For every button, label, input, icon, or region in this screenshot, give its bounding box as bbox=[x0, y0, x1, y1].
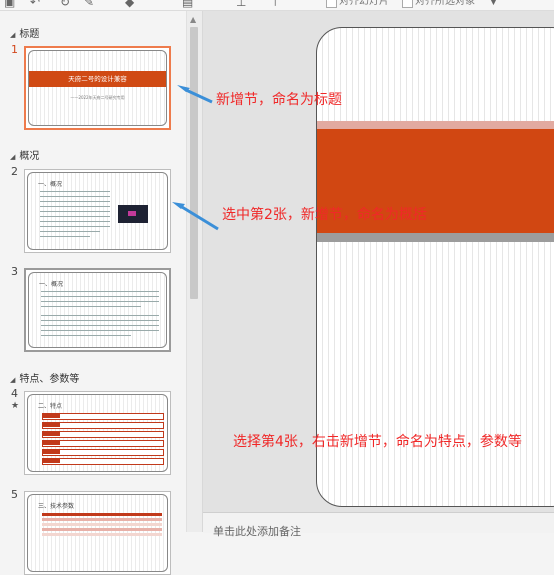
annotation-2: 选中第2张，新增节，命名为概括 bbox=[222, 207, 427, 223]
row-marker bbox=[42, 431, 60, 436]
slide-thumbnail-5[interactable]: 三、技术参数 bbox=[24, 491, 171, 575]
undo-icon[interactable]: ↶ bbox=[30, 0, 40, 8]
slide-number: 5 bbox=[11, 488, 18, 501]
collapse-triangle-icon[interactable]: ◢ bbox=[10, 153, 15, 161]
slide-thumbnail-1[interactable]: 天府二号的设计兼容 ——2022年天府二号研究专用 bbox=[24, 46, 171, 130]
row-marker bbox=[42, 440, 60, 445]
slide-number: 4 bbox=[11, 387, 18, 400]
animation-star-icon: ★ bbox=[11, 401, 20, 411]
distribute-icon[interactable]: ⊤ bbox=[270, 0, 280, 8]
redo-icon[interactable]: ↻ bbox=[60, 0, 70, 8]
slide-title: 一、概况 bbox=[39, 281, 64, 288]
title-band-top bbox=[317, 121, 554, 129]
section-label: 概况 bbox=[19, 151, 40, 162]
chevron-down-icon[interactable]: ▼ bbox=[490, 0, 497, 8]
slide-title: 天府二号的设计兼容 bbox=[68, 75, 127, 83]
row-marker bbox=[42, 422, 60, 427]
table-header bbox=[42, 513, 162, 516]
text-line bbox=[40, 226, 110, 227]
section-header-features[interactable]: ◢ 特点、参数等 bbox=[10, 370, 79, 385]
align-selected-checkbox[interactable] bbox=[402, 0, 413, 8]
text-line bbox=[40, 196, 110, 197]
collapse-triangle-icon[interactable]: ◢ bbox=[10, 376, 15, 384]
notes-pane[interactable]: 单击此处添加备注 bbox=[203, 512, 554, 538]
list-row bbox=[42, 413, 164, 420]
slide-thumbnail-2[interactable]: 一、概况 bbox=[24, 169, 171, 253]
scrollbar-thumb[interactable] bbox=[190, 27, 198, 299]
notes-placeholder: 单击此处添加备注 bbox=[213, 525, 301, 538]
text-line bbox=[41, 335, 131, 336]
slide-background: 天府二号的设计兼容 ——2022年天府二号研究专用 bbox=[28, 50, 167, 126]
section-label: 标题 bbox=[19, 29, 40, 40]
slide-number: 3 bbox=[11, 265, 18, 278]
list-row bbox=[42, 431, 164, 438]
title-band-bottom bbox=[317, 233, 554, 242]
text-line bbox=[41, 301, 159, 302]
text-line bbox=[40, 216, 110, 217]
text-line bbox=[41, 306, 141, 307]
collapse-triangle-icon[interactable]: ◢ bbox=[10, 31, 15, 39]
quick-access-toolbar: ▣ ↶ ↻ ✎ ◆ ▤ ⊥ ⊤ 对齐幻灯片 对齐所选对象 ▼ bbox=[0, 0, 554, 11]
align-slide-checkbox[interactable] bbox=[326, 0, 337, 8]
text-line bbox=[40, 236, 90, 237]
text-line bbox=[40, 231, 100, 232]
text-line bbox=[40, 206, 110, 207]
save-icon[interactable]: ▣ bbox=[4, 0, 15, 8]
text-line bbox=[40, 201, 110, 202]
section-label: 特点、参数等 bbox=[19, 374, 80, 385]
annotation-3: 选择第4张，右击新增节，命名为特点，参数等 bbox=[233, 434, 522, 450]
slide-title: 二、特点 bbox=[38, 403, 63, 410]
text-line bbox=[41, 291, 159, 292]
text-line bbox=[41, 330, 159, 331]
slide-number: 2 bbox=[11, 165, 18, 178]
align-center-icon[interactable]: ⊥ bbox=[236, 0, 246, 8]
slide-number: 1 bbox=[11, 43, 18, 56]
slide-thumbnail-4[interactable]: 二、特点 bbox=[24, 391, 171, 475]
table-row bbox=[42, 528, 162, 531]
slide-title: 三、技术参数 bbox=[38, 503, 75, 510]
shape-icon[interactable]: ◆ bbox=[125, 0, 134, 8]
align-selected-label: 对齐所选对象 bbox=[415, 0, 475, 7]
list-row bbox=[42, 422, 164, 429]
section-header-overview[interactable]: ◢ 概况 bbox=[10, 147, 39, 162]
text-line bbox=[41, 325, 159, 326]
row-marker bbox=[42, 413, 60, 418]
text-line bbox=[40, 221, 110, 222]
slide-image bbox=[118, 205, 148, 223]
slide-background: 三、技术参数 bbox=[27, 494, 168, 572]
slide-thumbnail-panel: ◢ 标题 1 天府二号的设计兼容 ——2022年天府二号研究专用 ◢ 概况 2 一、… bbox=[0, 11, 186, 575]
text-line bbox=[41, 315, 159, 316]
annotation-1: 新增节，命名为标题 bbox=[216, 92, 342, 108]
text-line bbox=[41, 296, 159, 297]
list-row bbox=[42, 458, 164, 465]
slide-title: 一、概况 bbox=[38, 181, 63, 188]
text-line bbox=[41, 320, 159, 321]
text-line bbox=[40, 191, 110, 192]
align-slide-label: 对齐幻灯片 bbox=[339, 0, 389, 7]
slide-background: 二、特点 bbox=[27, 394, 168, 472]
slide-background: 一、概况 bbox=[27, 172, 168, 250]
table-row bbox=[42, 523, 162, 526]
row-marker bbox=[42, 449, 60, 454]
row-marker bbox=[42, 458, 60, 463]
slide-background: 一、概况 bbox=[28, 272, 167, 348]
text-line bbox=[40, 211, 110, 212]
slide-thumbnail-3[interactable]: 一、概况 bbox=[24, 268, 171, 352]
list-row bbox=[42, 440, 164, 447]
thumbnail-scrollbar[interactable]: ▲ bbox=[186, 11, 203, 532]
section-header-title[interactable]: ◢ 标题 bbox=[10, 25, 39, 40]
scroll-up-icon[interactable]: ▲ bbox=[190, 15, 196, 24]
align-icon[interactable]: ▤ bbox=[182, 0, 193, 8]
slide-subtitle: ——2022年天府二号研究专用 bbox=[70, 95, 125, 100]
list-row bbox=[42, 449, 164, 456]
table-row bbox=[42, 533, 162, 536]
format-painter-icon[interactable]: ✎ bbox=[84, 0, 94, 8]
table-row bbox=[42, 518, 162, 521]
